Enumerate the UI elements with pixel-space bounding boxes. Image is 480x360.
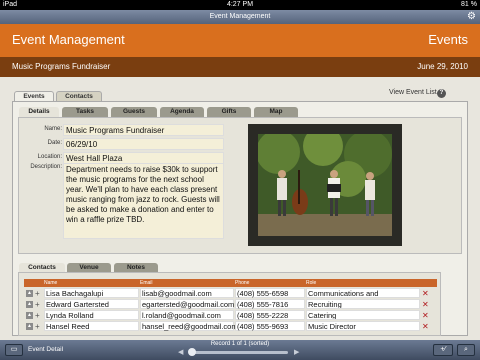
col-phone: Phone (235, 280, 250, 286)
location-label: Location: (37, 154, 62, 160)
name-label: Name: (44, 126, 62, 132)
table-row[interactable]: ▲ + Hansel Reed hansel_reed@goodmail.com… (24, 321, 437, 332)
contact-phone[interactable]: (408) 555-9693 (235, 321, 305, 331)
tab-tasks[interactable]: Tasks (62, 107, 108, 117)
tab-contacts[interactable]: Contacts (56, 91, 102, 101)
record-slider[interactable] (188, 348, 288, 356)
previous-record-icon[interactable]: ◀ (178, 348, 183, 356)
tab-agenda[interactable]: Agenda (160, 107, 204, 117)
add-icon[interactable]: + (35, 299, 40, 310)
table-row[interactable]: ▲ + Lisa Bachagalupi lisab@goodmail.com … (24, 288, 437, 299)
contact-email[interactable]: egartersted@goodmail.com (140, 299, 234, 309)
contact-name[interactable]: Lisa Bachagalupi (44, 288, 139, 298)
app-title-bar: Event Management ⚙ (0, 10, 480, 24)
contacts-table-header: Name Email Phone Role (24, 279, 437, 287)
contact-card-icon[interactable]: ▲ (26, 301, 33, 308)
tab-details[interactable]: Details (19, 107, 59, 117)
contact-phone[interactable]: (408) 555-6598 (235, 288, 305, 298)
view-label: Event Detail (28, 346, 64, 353)
contact-card-icon[interactable]: ▲ (26, 312, 33, 319)
search-icon[interactable]: ⌕ (457, 344, 475, 356)
contact-phone[interactable]: (408) 555-2228 (235, 310, 305, 320)
date-label: Date: (47, 140, 62, 146)
table-row[interactable]: ▲ + Lynda Rolland l.roland@goodmail.com … (24, 310, 437, 321)
description-field[interactable]: Department needs to raise $30k to suppor… (63, 163, 224, 239)
name-field[interactable]: Music Programs Fundraiser (63, 124, 224, 136)
gear-icon[interactable]: ⚙ (467, 11, 476, 23)
delete-icon[interactable]: ✕ (422, 321, 429, 332)
contact-role[interactable]: Communications and (306, 288, 420, 298)
band-photo-image (258, 134, 392, 236)
add-icon[interactable]: + (35, 288, 40, 299)
status-bar: iPad 4:27 PM 81 % (0, 0, 480, 10)
view-event-list-link[interactable]: View Event List (389, 89, 437, 96)
contact-name[interactable]: Edward Gartersted (44, 299, 139, 309)
event-summary-bar: Music Programs Fundraiser June 29, 2010 (0, 57, 480, 77)
app-title: Event Management (209, 13, 271, 20)
contact-role[interactable]: Catering (306, 310, 420, 320)
event-name: Music Programs Fundraiser (12, 62, 111, 71)
contact-name[interactable]: Lynda Rolland (44, 310, 139, 320)
tab-gifts[interactable]: Gifts (207, 107, 251, 117)
help-icon[interactable]: ? (437, 89, 446, 98)
add-icon[interactable]: + (35, 321, 40, 332)
col-name: Name (44, 280, 58, 286)
page-header: Event Management Events (0, 24, 480, 57)
battery-level: 81 % (461, 1, 477, 8)
contact-email[interactable]: lisab@goodmail.com (140, 288, 234, 298)
contact-phone[interactable]: (408) 555-7816 (235, 299, 305, 309)
event-date: June 29, 2010 (417, 62, 468, 71)
tab-events[interactable]: Events (14, 91, 54, 101)
col-email: Email (140, 280, 153, 286)
tab-guests[interactable]: Guests (111, 107, 157, 117)
contact-email[interactable]: l.roland@goodmail.com (140, 310, 234, 320)
bottom-toolbar: ▭ Event Detail Record 1 of 1 (sorted) ◀ … (0, 340, 480, 360)
add-icon[interactable]: + (35, 310, 40, 321)
clock: 4:27 PM (226, 1, 254, 8)
delete-icon[interactable]: ✕ (422, 310, 429, 321)
page-title: Event Management (12, 32, 125, 47)
date-field[interactable]: 06/29/10 (63, 138, 224, 150)
sort-icon[interactable]: +⁄ (433, 344, 453, 356)
section-title: Events (428, 32, 468, 47)
description-label: Description: (30, 164, 62, 170)
contact-role[interactable]: Music Director (306, 321, 420, 331)
tab-map[interactable]: Map (254, 107, 298, 117)
record-count: Record 1 of 1 (sorted) (210, 341, 270, 347)
col-role: Role (306, 280, 317, 286)
slider-knob[interactable] (188, 348, 196, 356)
contact-email[interactable]: hansel_reed@goodmail.com (140, 321, 238, 331)
event-photo (248, 124, 402, 246)
next-record-icon[interactable]: ▶ (294, 348, 299, 356)
table-row[interactable]: ▲ + Edward Gartersted egartersted@goodma… (24, 299, 437, 310)
contact-role[interactable]: Recruiting (306, 299, 420, 309)
contact-card-icon[interactable]: ▲ (26, 290, 33, 297)
contact-card-icon[interactable]: ▲ (26, 323, 33, 330)
delete-icon[interactable]: ✕ (422, 288, 429, 299)
contact-name[interactable]: Hansel Reed (44, 321, 139, 331)
delete-icon[interactable]: ✕ (422, 299, 429, 310)
